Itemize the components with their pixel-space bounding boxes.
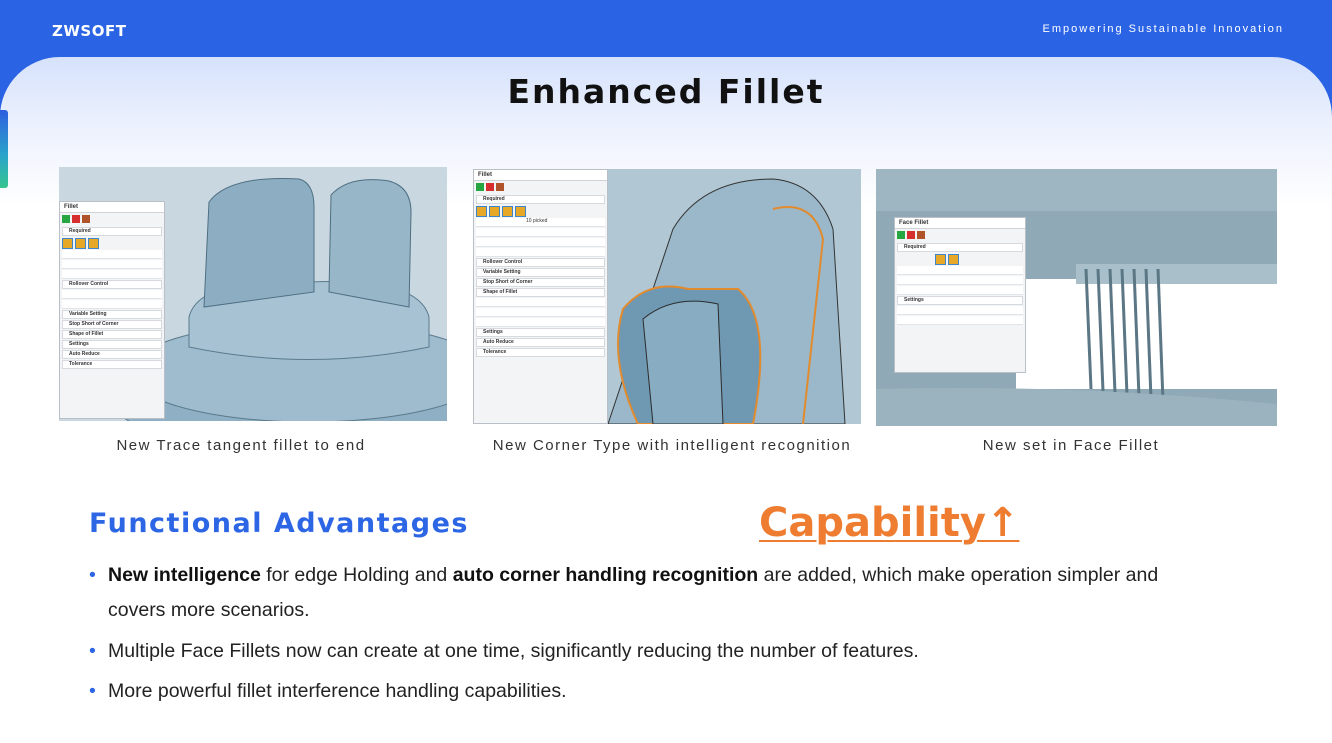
- option-row[interactable]: [62, 300, 162, 309]
- body-text: Multiple Face Fillets now can create at …: [108, 640, 919, 662]
- cancel-icon[interactable]: [486, 183, 494, 191]
- section-variable[interactable]: Variable Setting: [476, 268, 605, 277]
- section-stop-short[interactable]: Stop Short of Corner: [62, 320, 162, 329]
- section-required[interactable]: Required: [62, 227, 162, 236]
- radius-field[interactable]: [62, 260, 162, 269]
- screenshot-corner-type: Fillet Required 10 picked Rollover Contr…: [473, 169, 861, 424]
- face-fillet-dialog: Face Fillet Required Settings: [894, 217, 1026, 373]
- section-required[interactable]: Required: [897, 243, 1023, 252]
- edges-field[interactable]: [62, 250, 162, 259]
- cancel-icon[interactable]: [72, 215, 80, 223]
- list-item: • New intelligence for edge Holding and a…: [89, 558, 1209, 628]
- section-variable[interactable]: Variable Setting: [62, 310, 162, 319]
- fillet-type-icon[interactable]: [75, 238, 86, 249]
- ok-icon[interactable]: [476, 183, 484, 191]
- option-row[interactable]: [62, 290, 162, 299]
- edges-value: 10 picked: [526, 218, 548, 224]
- section-tolerance[interactable]: Tolerance: [62, 360, 162, 369]
- fillet-type-icons: [62, 238, 162, 249]
- fillet-type-icons: [476, 206, 605, 217]
- ok-icon[interactable]: [897, 231, 905, 239]
- fillet-type-icon[interactable]: [489, 206, 500, 217]
- body-text: More powerful fillet interference handli…: [108, 680, 567, 702]
- section-stop-short[interactable]: Stop Short of Corner: [476, 278, 605, 287]
- undercut-option[interactable]: [897, 316, 1023, 325]
- section-settings[interactable]: Settings: [897, 296, 1023, 305]
- bullet-icon: •: [89, 564, 96, 586]
- section-auto-reduce[interactable]: Auto Reduce: [62, 350, 162, 359]
- highlight-text: New intelligence: [108, 564, 261, 586]
- highlight-text: auto corner handling recognition: [452, 564, 759, 586]
- caption-trace-tangent: New Trace tangent fillet to end: [116, 437, 366, 454]
- bullet-icon: •: [89, 640, 96, 662]
- fillet-type-icons: [935, 254, 1023, 265]
- cancel-icon[interactable]: [907, 231, 915, 239]
- side-accent-bar: [0, 110, 8, 188]
- body-text: for edge Holding and: [260, 564, 453, 586]
- corner-type-select[interactable]: [476, 318, 605, 327]
- fillet-dialog-corner: Fillet Required 10 picked Rollover Contr…: [473, 169, 608, 424]
- list-field[interactable]: [62, 270, 162, 279]
- fillet-type-icon[interactable]: [62, 238, 73, 249]
- list-item: • Multiple Face Fillets now can create at…: [89, 634, 1209, 669]
- screenshot-trace-tangent: Fillet Required Rollover Control Variabl…: [59, 167, 447, 421]
- fillet-type-icon[interactable]: [502, 206, 513, 217]
- list-item: • More powerful fillet interference handl…: [89, 674, 1209, 709]
- radius-field[interactable]: [476, 238, 605, 247]
- ok-icon[interactable]: [62, 215, 70, 223]
- fillet-type-icon[interactable]: [476, 206, 487, 217]
- fillet-dialog: Fillet Required Rollover Control Variabl…: [59, 201, 165, 419]
- advantages-list: • New intelligence for edge Holding and a…: [89, 558, 1209, 709]
- advantages-heading: Functional Advantages: [89, 508, 469, 539]
- arc-type-select[interactable]: [476, 308, 605, 317]
- screenshot-face-fillet: Face Fillet Required Settings: [876, 169, 1277, 426]
- dialog-toolbar: [62, 215, 162, 225]
- apply-icon[interactable]: [917, 231, 925, 239]
- list-field[interactable]: [476, 248, 605, 257]
- fillet-type-icon[interactable]: [948, 254, 959, 265]
- dialog-toolbar: [476, 183, 605, 193]
- support-faces-field[interactable]: [897, 266, 1023, 275]
- dialog-title: Face Fillet: [895, 218, 1025, 229]
- section-settings[interactable]: Settings: [62, 340, 162, 349]
- caption-face-fillet: New set in Face Fillet: [982, 437, 1160, 454]
- bullet-icon: •: [89, 680, 96, 702]
- fillet-type-icon[interactable]: [515, 206, 526, 217]
- apply-icon[interactable]: [82, 215, 90, 223]
- chordal-option[interactable]: [476, 228, 605, 237]
- section-rollover[interactable]: Rollover Control: [62, 280, 162, 289]
- zwsoft-logo: ZWSOFT: [52, 22, 127, 40]
- section-rollover[interactable]: Rollover Control: [476, 258, 605, 267]
- merge-option[interactable]: [897, 306, 1023, 315]
- header-tagline: Empowering Sustainable Innovation: [1042, 23, 1284, 35]
- section-tolerance[interactable]: Tolerance: [476, 348, 605, 357]
- apply-icon[interactable]: [496, 183, 504, 191]
- dialog-toolbar: [897, 231, 1023, 241]
- section-shape[interactable]: Shape of Fillet: [62, 330, 162, 339]
- caption-corner-type: New Corner Type with intelligent recogni…: [492, 437, 852, 454]
- capability-label: Capability↑: [759, 500, 1020, 546]
- fillet-type-icon[interactable]: [935, 254, 946, 265]
- dialog-title: Fillet: [60, 202, 164, 213]
- relief-field[interactable]: [476, 298, 605, 307]
- section-required[interactable]: Required: [476, 195, 605, 204]
- tangent-face-field[interactable]: [897, 276, 1023, 285]
- section-settings[interactable]: Settings: [476, 328, 605, 337]
- page-title: Enhanced Fillet: [507, 72, 825, 111]
- section-auto-reduce[interactable]: Auto Reduce: [476, 338, 605, 347]
- dialog-title: Fillet: [474, 170, 607, 181]
- section-shape[interactable]: Shape of Fillet: [476, 288, 605, 297]
- edges-field[interactable]: 10 picked: [476, 218, 605, 227]
- fillet-type-icon[interactable]: [88, 238, 99, 249]
- list-field[interactable]: [897, 286, 1023, 295]
